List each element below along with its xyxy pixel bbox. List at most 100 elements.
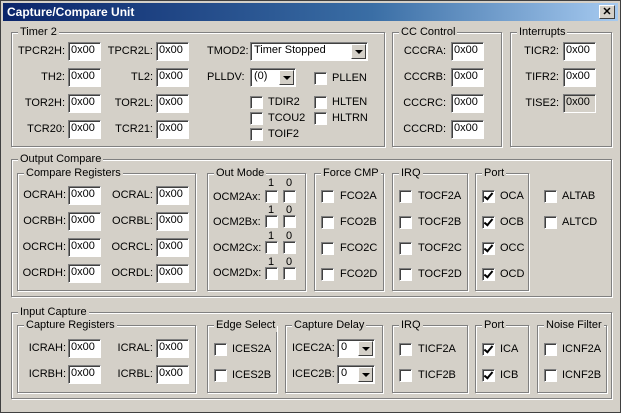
ocb-checkbox[interactable]	[482, 216, 495, 229]
fco2d-checkbox[interactable]	[321, 268, 334, 281]
ticf2a-checkbox[interactable]	[399, 343, 412, 356]
fco2b-checkbox[interactable]	[321, 216, 334, 229]
ocm2b-bit0-checkbox[interactable]	[283, 215, 296, 228]
tcou2-checkbox[interactable]	[250, 112, 263, 125]
tifr2-field[interactable]: 0x00	[563, 68, 596, 87]
tocf2c-checkbox[interactable]	[399, 242, 412, 255]
tmod2-select[interactable]: Timer Stopped	[250, 42, 368, 61]
altcd-label: ALTCD	[562, 216, 598, 228]
tmod2-value: Timer Stopped	[254, 44, 326, 56]
ocm2d-bit0-checkbox[interactable]	[283, 267, 296, 280]
plldv-select[interactable]: (0)	[250, 68, 296, 87]
ocrbl-field[interactable]: 0x00	[156, 212, 189, 231]
close-icon[interactable]: ✕	[599, 5, 615, 19]
cccrd-field[interactable]: 0x00	[451, 120, 484, 139]
ices2a-label: ICES2A	[232, 343, 272, 355]
ices2b-checkbox[interactable]	[214, 369, 227, 382]
occ-checkbox[interactable]	[482, 242, 495, 255]
tcr21-field[interactable]: 0x00	[156, 120, 189, 139]
cccrc-label: CCCRC:	[403, 97, 446, 109]
ica-checkbox[interactable]	[482, 343, 495, 356]
ticf2b-label: TICF2B	[418, 369, 456, 381]
fco2a-checkbox[interactable]	[321, 190, 334, 203]
icb-label: ICB	[500, 369, 519, 381]
icnf2b-checkbox[interactable]	[544, 369, 557, 382]
chevron-down-icon[interactable]	[358, 367, 373, 382]
ticr2-field[interactable]: 0x00	[563, 42, 596, 61]
ocrcl-field[interactable]: 0x00	[156, 238, 189, 257]
ocrcl-label: OCRCL:	[111, 241, 153, 253]
tl2-field[interactable]: 0x00	[156, 68, 189, 87]
icrbl-label: ICRBL:	[117, 368, 153, 380]
icrbl-field[interactable]: 0x00	[156, 365, 189, 384]
tcou2-label: TCOU2	[268, 112, 306, 124]
ocm2a-bit1-checkbox[interactable]	[265, 190, 278, 203]
ocral-field[interactable]: 0x00	[156, 186, 189, 205]
ocrah-field[interactable]: 0x00	[68, 186, 101, 205]
tl2-label: TL2:	[130, 71, 153, 83]
cccrc-field[interactable]: 0x00	[451, 94, 484, 113]
tocf2b-checkbox[interactable]	[399, 216, 412, 229]
ticf2b-checkbox[interactable]	[399, 369, 412, 382]
chevron-down-icon[interactable]	[279, 70, 294, 85]
tor2l-field[interactable]: 0x00	[156, 94, 189, 113]
icnf2b-label: ICNF2B	[562, 369, 602, 381]
toif2-checkbox[interactable]	[250, 128, 263, 141]
ices2a-checkbox[interactable]	[214, 343, 227, 356]
ocd-label: OCD	[500, 268, 525, 280]
cccrb-field[interactable]: 0x00	[451, 68, 484, 87]
ticr2-label: TICR2:	[524, 45, 559, 57]
ocrdh-field[interactable]: 0x00	[68, 264, 101, 283]
ocm2c-bit1-checkbox[interactable]	[265, 241, 278, 254]
ocrdl-field[interactable]: 0x00	[156, 264, 189, 283]
tocf2a-checkbox[interactable]	[399, 190, 412, 203]
tcr20-label: TCR20:	[27, 123, 65, 135]
plldv-label: PLLDV:	[207, 71, 245, 83]
icrbh-field[interactable]: 0x00	[68, 365, 101, 384]
pllen-checkbox[interactable]	[314, 72, 327, 85]
tpcr2l-field[interactable]: 0x00	[156, 42, 189, 61]
hltrn-checkbox[interactable]	[314, 112, 327, 125]
interrupts-group-title: Interrupts	[517, 25, 568, 39]
tpcr2l-label: TPCR2L:	[107, 45, 153, 57]
tocf2d-checkbox[interactable]	[399, 268, 412, 281]
icec2b-select[interactable]: 0	[337, 365, 375, 384]
fco2c-checkbox[interactable]	[321, 242, 334, 255]
altab-checkbox[interactable]	[544, 190, 557, 203]
tcr20-field[interactable]: 0x00	[68, 120, 101, 139]
ocd-checkbox[interactable]	[482, 268, 495, 281]
chevron-down-icon[interactable]	[358, 341, 373, 356]
ic-port-title: Port	[482, 318, 507, 332]
capture-compare-window: Capture/Compare Unit ✕ Timer 2 TPCR2H: 0…	[0, 0, 621, 413]
icec2a-select[interactable]: 0	[337, 339, 375, 358]
ocrbh-field[interactable]: 0x00	[68, 212, 101, 231]
icb-checkbox[interactable]	[482, 369, 495, 382]
ocm2b-label: OCM2Bx:	[213, 216, 261, 228]
tpcr2h-field[interactable]: 0x00	[68, 42, 101, 61]
ocral-label: OCRAL:	[112, 189, 153, 201]
ocm2d-bit1-checkbox[interactable]	[265, 267, 278, 280]
oca-checkbox[interactable]	[482, 190, 495, 203]
altcd-checkbox[interactable]	[544, 216, 557, 229]
tor2h-field[interactable]: 0x00	[68, 94, 101, 113]
tdir2-checkbox[interactable]	[250, 96, 263, 109]
icrah-field[interactable]: 0x00	[68, 339, 101, 358]
ocm2a-bit0-checkbox[interactable]	[283, 190, 296, 203]
ocm2c-label: OCM2Cx:	[213, 242, 262, 254]
tdir2-label: TDIR2	[268, 96, 300, 108]
force-cmp-title: Force CMP	[321, 166, 381, 180]
capture-delay-title: Capture Delay	[292, 318, 367, 332]
icnf2a-checkbox[interactable]	[544, 343, 557, 356]
cccra-field[interactable]: 0x00	[451, 42, 484, 61]
ocrch-field[interactable]: 0x00	[68, 238, 101, 257]
tise2-label: TISE2:	[525, 97, 559, 109]
chevron-down-icon[interactable]	[351, 44, 366, 59]
ica-label: ICA	[500, 343, 519, 355]
ices2b-label: ICES2B	[232, 369, 272, 381]
ocm2b-bit1-checkbox[interactable]	[265, 215, 278, 228]
ocm2c-bit0-checkbox[interactable]	[283, 241, 296, 254]
icral-field[interactable]: 0x00	[156, 339, 189, 358]
fco2b-label: FCO2B	[340, 216, 377, 228]
hlten-checkbox[interactable]	[314, 96, 327, 109]
th2-field[interactable]: 0x00	[68, 68, 101, 87]
